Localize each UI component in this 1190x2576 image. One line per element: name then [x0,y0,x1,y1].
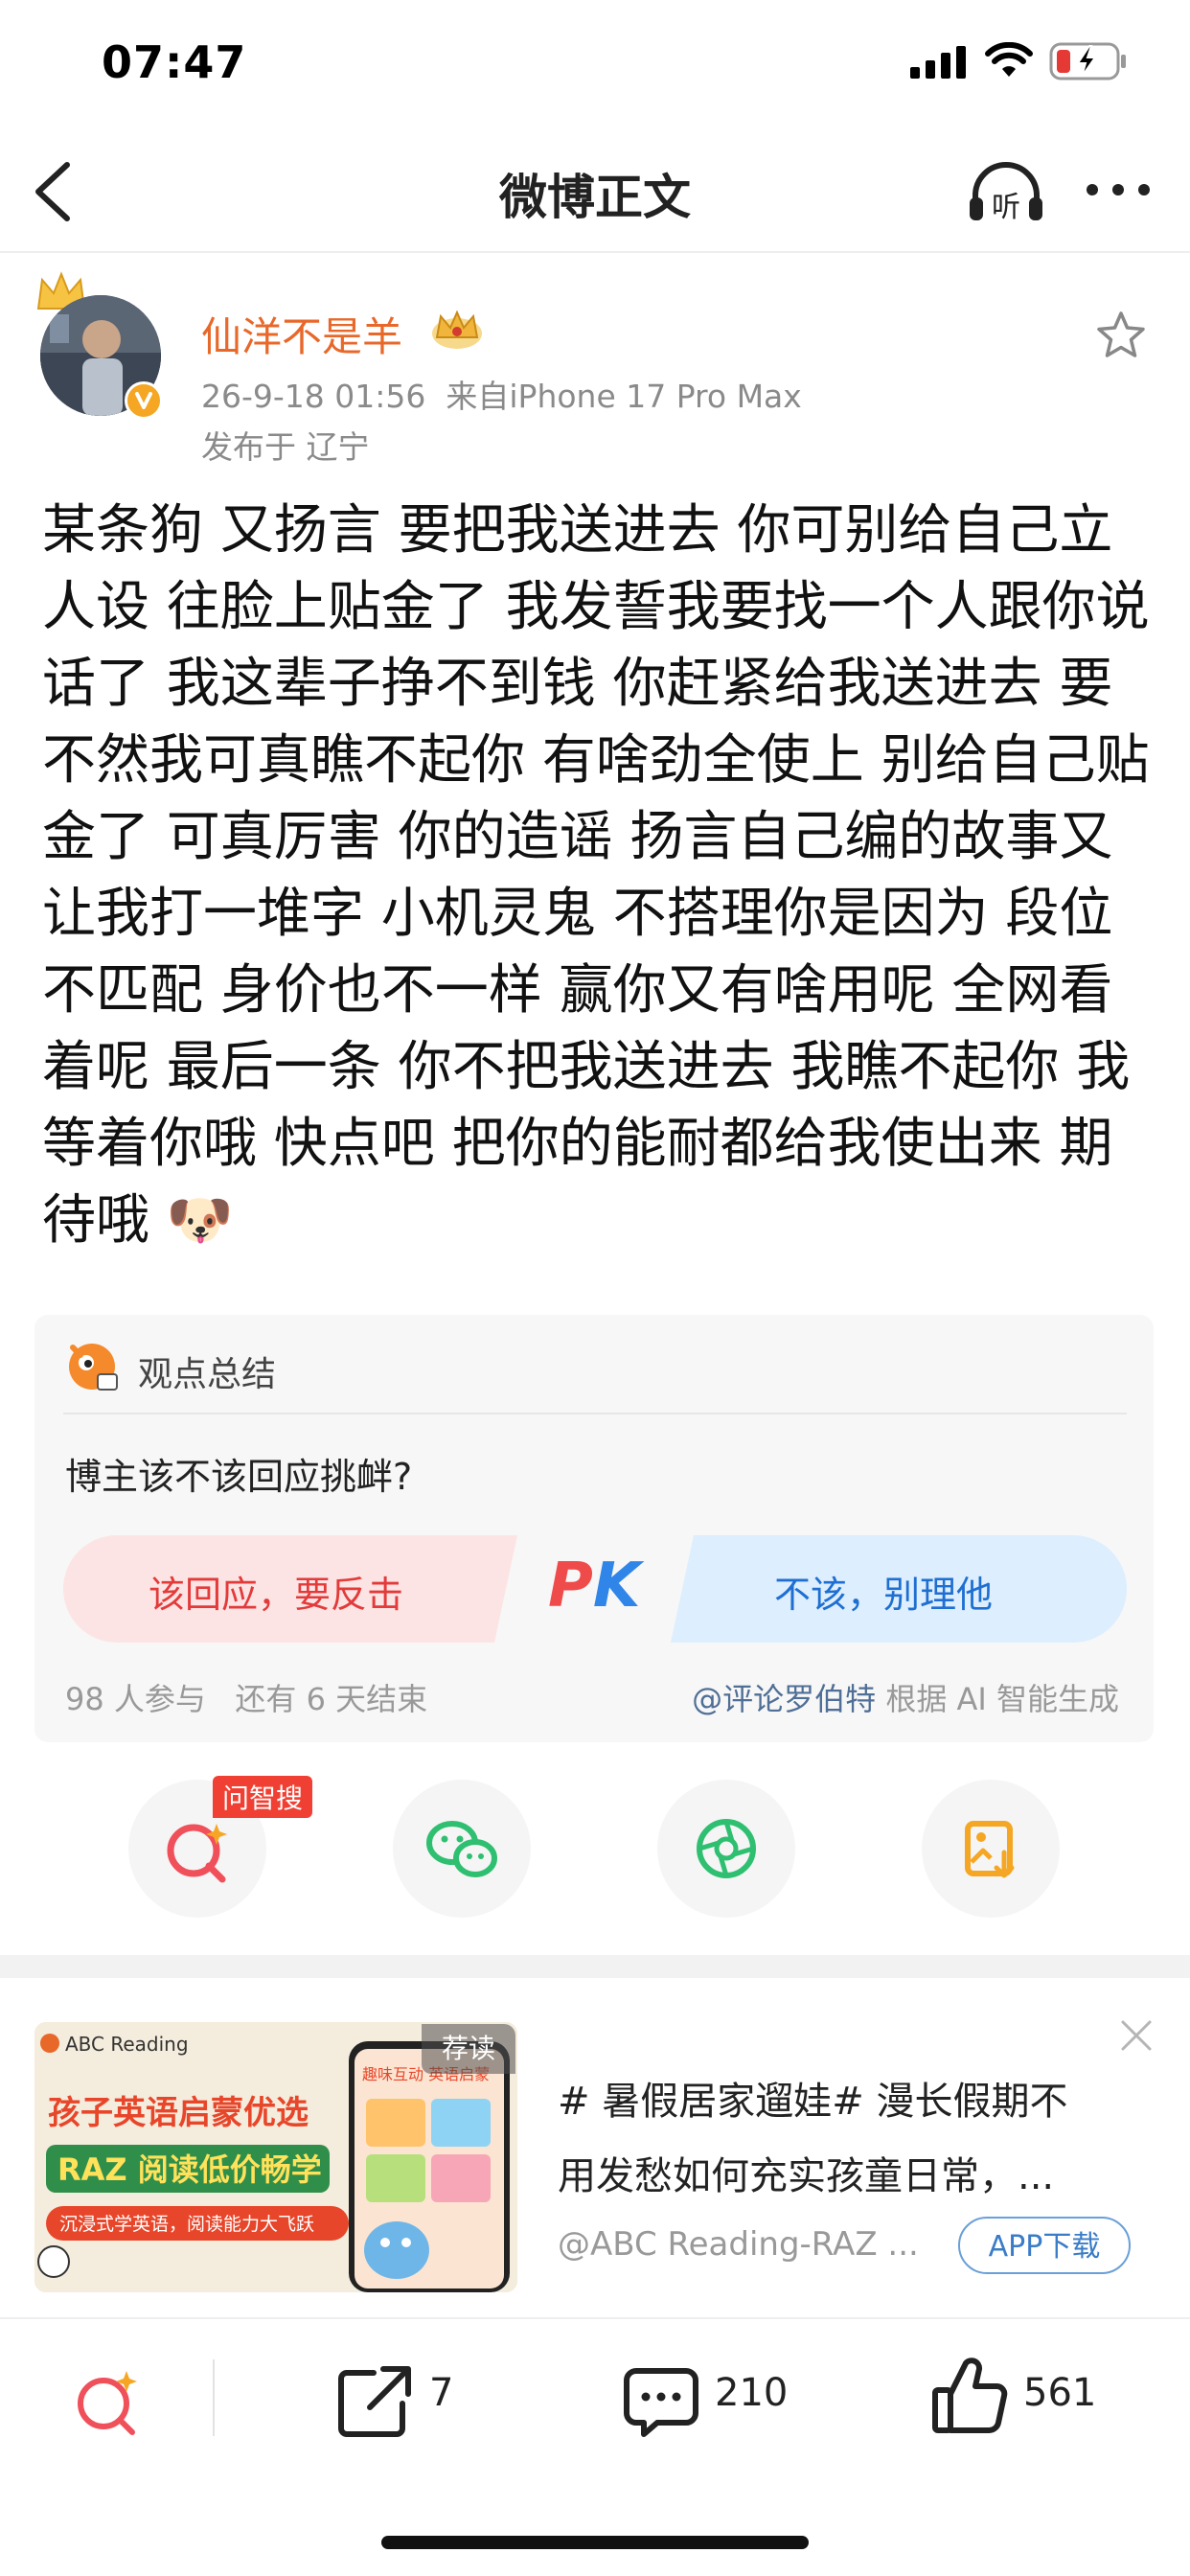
thumbs-up-icon [932,2358,1008,2433]
poll-divider [63,1413,1127,1414]
wifi-icon [985,41,1033,82]
poll-credit: @评论罗伯特 根据 AI 智能生成 [692,1675,1119,1719]
ad-text-line2[interactable]: 用发愁如何充实孩童日常，... [558,2145,1133,2200]
poll-mascot-icon [63,1338,125,1403]
save-image-icon [965,1821,1015,1878]
poll-header: 观点总结 [138,1355,277,1394]
repost-icon [338,2366,411,2437]
section-divider [0,1955,1190,1978]
repost-count: 7 [429,2371,454,2415]
ad-source: @ABC Reading-RAZ ... [558,2225,919,2264]
post-datetime: 26-9-18 01:56 [201,378,426,415]
wechat-icon [426,1821,497,1877]
toolbar-divider [0,2317,1190,2319]
poll-participants: 98 人参与 [65,1681,206,1717]
comment-count: 210 [715,2371,789,2415]
poll-question: 博主该不该回应挑衅? [65,1456,413,1498]
verified-badge-icon [125,381,163,420]
poll-credit-suffix: 根据 AI 智能生成 [885,1681,1119,1717]
ad-text-line1[interactable]: # 暑假居家遛娃# 漫长假期不 [558,2070,1152,2126]
comment-icon [624,2368,698,2437]
post-text: 某条狗 又扬言 要把我送进去 你可别给自己立人设 往脸上贴金了 我发誓我要找一个… [42,499,1150,1252]
moments-share-button[interactable] [657,1780,795,1918]
ad-brand: ABC Reading [65,2033,189,2056]
ad-download-button[interactable]: APP下载 [958,2217,1131,2274]
pk-label-k: K [592,1551,641,1622]
poll-stats: 98 人参与 还有 6 天结束 [65,1675,427,1719]
ai-search-badge: 问智搜 [213,1776,313,1818]
ad-close-button[interactable] [1117,2016,1156,2055]
star-icon [1097,311,1145,357]
ad-banner-line2: RAZ 阅读低价畅学 [57,2151,322,2188]
ad-banner-line3: 沉浸式学英语，阅读能力大飞跃 [59,2214,314,2235]
poll-credit-user[interactable]: @评论罗伯特 [692,1681,876,1717]
save-image-button[interactable] [922,1780,1060,1918]
post-meta: 26-9-18 01:56 来自iPhone 17 Pro Max [201,371,802,417]
status-time: 07:47 [102,36,247,88]
poll-time-left: 还有 6 天结束 [235,1681,428,1717]
nav-divider [0,251,1190,253]
toolbar-separator [213,2359,215,2436]
favorite-button[interactable] [1094,309,1148,362]
ad-recommend-tag: 荐读 [422,2024,515,2074]
poll-option-left-label: 该回应，要反击 [149,1574,404,1616]
cellular-signal-icon [910,46,970,82]
listen-button[interactable]: 听 [966,157,1046,230]
ai-search-icon [78,2371,137,2435]
author-name[interactable]: 仙洋不是羊 [201,305,402,363]
close-icon [1121,2020,1152,2051]
wechat-share-button[interactable] [393,1780,531,1918]
post-location: 发布于 辽宁 [201,428,370,466]
pk-label: PK [548,1551,641,1622]
dog-emoji: 🐶 [166,1189,234,1252]
headphones-icon: 听 [970,162,1042,224]
home-indicator [381,2536,809,2549]
poll-option-right-label: 不该，别理他 [774,1574,994,1616]
vip-crown-icon [429,305,485,355]
post-source: 来自iPhone 17 Pro Max [446,378,802,415]
more-icon [1087,184,1150,196]
ad-banner-line1: 孩子英语启蒙优选 [48,2094,309,2132]
svg-text:听: 听 [992,191,1020,224]
like-count: 561 [1023,2371,1097,2415]
moments-icon [697,1819,756,1878]
toolbar-ai-search-button[interactable] [67,2361,148,2442]
pk-label-p: P [548,1551,593,1622]
more-button[interactable] [1083,171,1154,209]
battery-icon [1049,42,1128,84]
